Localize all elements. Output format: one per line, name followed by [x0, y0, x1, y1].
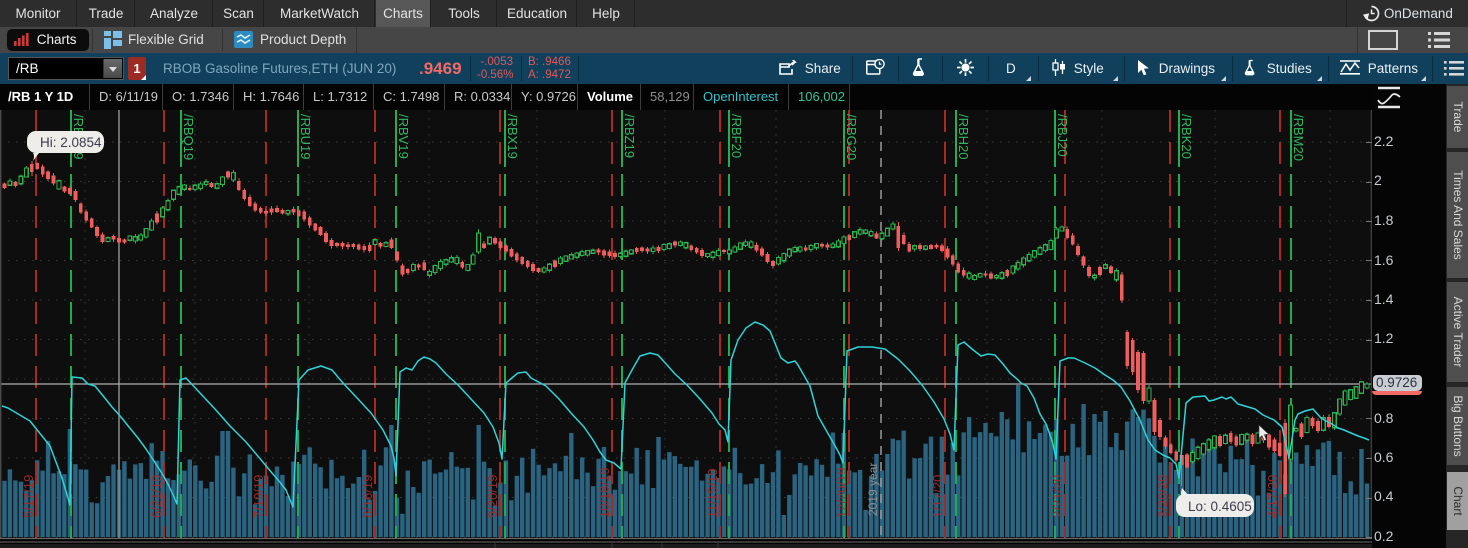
- svg-text:4/17/20: 4/17/20: [1265, 475, 1280, 518]
- svg-text:/RBG20: /RBG20: [844, 114, 859, 160]
- svg-text:2019 year: 2019 year: [866, 463, 880, 516]
- svg-text:10/18/19: 10/18/19: [597, 467, 612, 518]
- svg-text:/RBZ19: /RBZ19: [622, 114, 637, 158]
- svg-text:2/21/20: 2/21/20: [1050, 475, 1065, 518]
- svg-text:8/16/19: 8/16/19: [360, 475, 375, 518]
- svg-text:7/19/19: 7/19/19: [251, 475, 266, 518]
- svg-text:1/17/20: 1/17/20: [930, 475, 945, 518]
- svg-text:Hi: 2.0854: Hi: 2.0854: [40, 135, 102, 150]
- svg-text:/RBV19: /RBV19: [396, 114, 411, 159]
- svg-text:5/17/19: 5/17/19: [21, 475, 36, 518]
- svg-text:/RBU19: /RBU19: [298, 114, 313, 160]
- svg-text:6/21/19: 6/21/19: [149, 475, 164, 518]
- svg-text:Lo: 0.4605: Lo: 0.4605: [1188, 499, 1252, 514]
- svg-text:/RBM20: /RBM20: [1291, 114, 1306, 161]
- svg-text:/RBJ20: /RBJ20: [1055, 114, 1070, 157]
- svg-text:/RBX19: /RBX19: [505, 114, 520, 159]
- svg-text:/RBQ19: /RBQ19: [181, 114, 196, 160]
- svg-text:9/20/19: 9/20/19: [485, 475, 500, 518]
- svg-text:/RBK20: /RBK20: [1179, 114, 1194, 159]
- svg-text:12/20/19: 12/20/19: [834, 467, 849, 518]
- svg-text:3/20/20: 3/20/20: [1155, 475, 1170, 518]
- svg-text:/RBF20: /RBF20: [729, 114, 744, 158]
- svg-text:/RBH20: /RBH20: [956, 114, 971, 160]
- svg-text:11/15/19: 11/15/19: [705, 468, 720, 518]
